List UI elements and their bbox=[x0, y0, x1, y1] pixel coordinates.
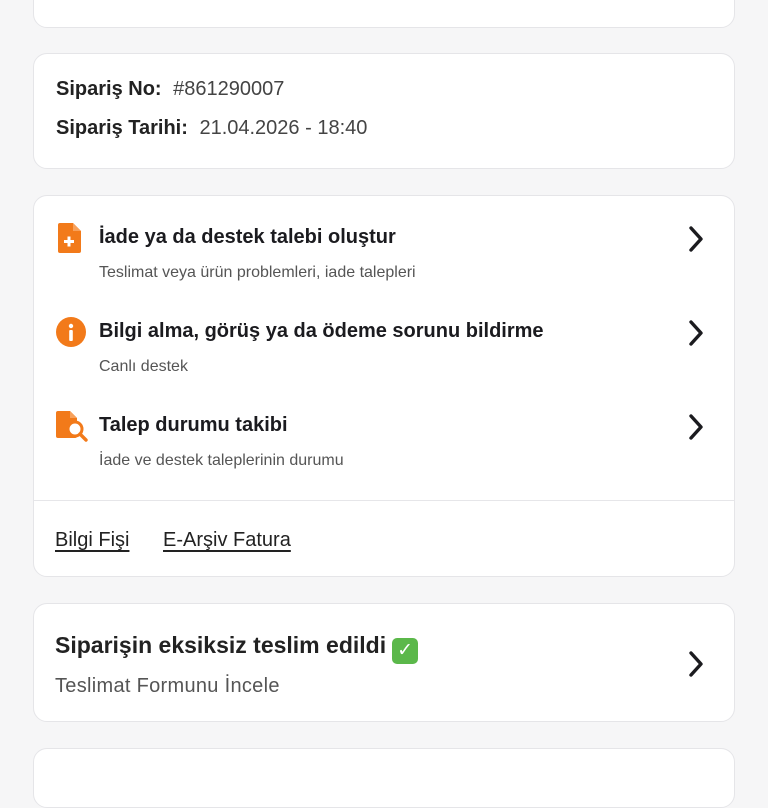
chevron-right-icon bbox=[686, 649, 706, 679]
chevron-right-icon bbox=[686, 318, 706, 348]
order-number-label: Sipariş No: bbox=[56, 78, 162, 100]
order-number-row: Sipariş No: #861290007 bbox=[56, 78, 712, 101]
support-item-title: Talep durumu takibi bbox=[99, 414, 288, 436]
delivery-status-card[interactable]: Siparişin eksiksiz teslim edildi ✓ Teslim… bbox=[33, 603, 735, 722]
order-date-label: Sipariş Tarihi: bbox=[56, 117, 188, 139]
info-receipt-link[interactable]: Bilgi Fişi bbox=[55, 529, 129, 551]
document-plus-icon bbox=[55, 222, 85, 254]
delivery-title-row: Siparişin eksiksiz teslim edildi ✓ bbox=[55, 632, 419, 664]
document-links: Bilgi Fişi E-Arşiv Fatura bbox=[55, 529, 319, 552]
chevron-right-icon bbox=[686, 224, 706, 254]
support-item-subtitle: Teslimat veya ürün problemleri, iade tal… bbox=[99, 264, 416, 281]
order-date-value: 21.04.2026 - 18:40 bbox=[199, 117, 368, 139]
support-item-return-request[interactable]: İade ya da destek talebi oluştur Teslima… bbox=[34, 222, 734, 302]
delivery-form-link[interactable]: Teslimat Formunu İncele bbox=[55, 675, 280, 698]
info-icon bbox=[55, 316, 86, 348]
support-item-title: İade ya da destek talebi oluştur bbox=[99, 226, 396, 248]
order-number-value: #861290007 bbox=[173, 78, 285, 100]
divider bbox=[34, 500, 734, 501]
support-item-live-support[interactable]: Bilgi alma, görüş ya da ödeme sorunu bil… bbox=[34, 316, 734, 396]
rating-card: ★★★★★ ★★★★★ bbox=[33, 0, 735, 28]
support-card: İade ya da destek talebi oluştur Teslima… bbox=[33, 195, 735, 577]
support-item-title: Bilgi alma, görüş ya da ödeme sorunu bil… bbox=[99, 320, 544, 342]
support-item-subtitle: İade ve destek taleplerinin durumu bbox=[99, 452, 344, 469]
delivery-title: Siparişin eksiksiz teslim edildi bbox=[55, 632, 387, 658]
order-date-row: Sipariş Tarihi: 21.04.2026 - 18:40 bbox=[56, 117, 712, 140]
chevron-right-icon bbox=[686, 412, 706, 442]
support-item-request-tracking[interactable]: Talep durumu takibi İade ve destek talep… bbox=[34, 410, 734, 490]
support-item-subtitle: Canlı destek bbox=[99, 358, 188, 375]
check-mark-icon: ✓ bbox=[392, 638, 419, 664]
next-card bbox=[33, 748, 735, 808]
rating-stars-secondary[interactable]: ★★★★★ bbox=[414, 0, 497, 3]
document-search-icon bbox=[55, 410, 88, 442]
rating-stars[interactable]: ★★★★★ bbox=[134, 0, 217, 3]
e-archive-invoice-link[interactable]: E-Arşiv Fatura bbox=[163, 529, 291, 551]
order-info-card: Sipariş No: #861290007 Sipariş Tarihi: 2… bbox=[33, 53, 735, 169]
